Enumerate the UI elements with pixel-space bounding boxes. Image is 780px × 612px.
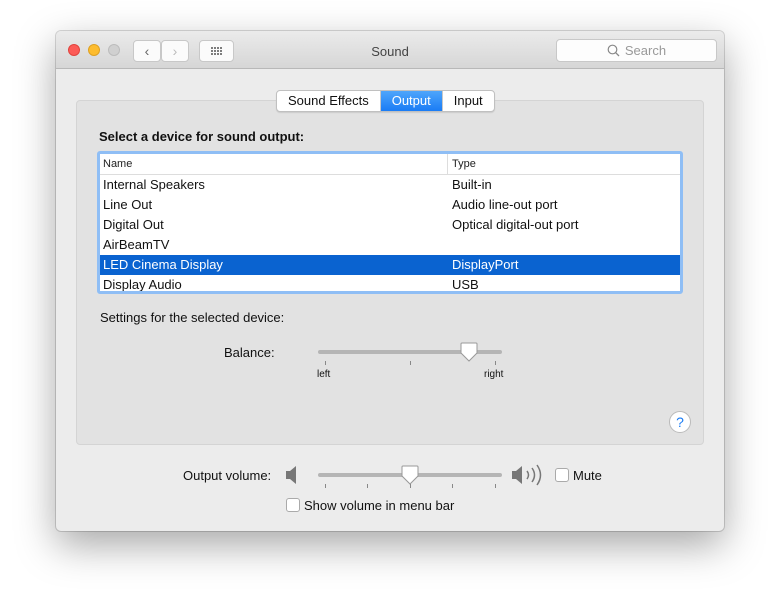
device-type: USB bbox=[452, 277, 479, 292]
device-name: Line Out bbox=[103, 197, 153, 212]
column-header-type[interactable]: Type bbox=[448, 154, 476, 174]
balance-tick bbox=[325, 361, 326, 365]
help-button[interactable]: ? bbox=[669, 411, 691, 433]
volume-tick bbox=[495, 484, 496, 488]
device-type: Audio line-out port bbox=[452, 197, 558, 212]
table-header: Name Type bbox=[100, 154, 680, 175]
column-header-name[interactable]: Name bbox=[100, 154, 448, 174]
speaker-high-icon bbox=[512, 464, 542, 486]
balance-label: Balance: bbox=[224, 345, 275, 360]
device-name: Display Audio bbox=[103, 277, 182, 292]
tab-input[interactable]: Input bbox=[443, 91, 494, 111]
volume-tick bbox=[410, 484, 411, 488]
show-volume-label: Show volume in menu bar bbox=[304, 498, 455, 513]
balance-right-label: right bbox=[484, 369, 504, 380]
device-name: Digital Out bbox=[103, 217, 164, 232]
show-volume-checkbox[interactable] bbox=[286, 498, 300, 512]
device-type: Optical digital-out port bbox=[452, 217, 579, 232]
volume-tick bbox=[325, 484, 326, 488]
balance-tick bbox=[495, 361, 496, 365]
device-name: LED Cinema Display bbox=[103, 257, 223, 272]
volume-tick bbox=[367, 484, 368, 488]
settings-label: Settings for the selected device: bbox=[100, 310, 285, 325]
table-row[interactable]: LED Cinema Display DisplayPort bbox=[100, 255, 680, 275]
volume-tick bbox=[452, 484, 453, 488]
mute-label: Mute bbox=[573, 468, 602, 483]
question-icon: ? bbox=[676, 414, 684, 430]
speaker-low-icon bbox=[286, 466, 296, 484]
balance-tick bbox=[410, 361, 411, 365]
volume-slider-thumb[interactable] bbox=[401, 465, 419, 485]
balance-slider-thumb[interactable] bbox=[460, 342, 478, 362]
title-bar: ‹ › Sound Search bbox=[56, 31, 724, 69]
balance-left-label: left bbox=[317, 369, 331, 380]
device-name: Internal Speakers bbox=[103, 177, 205, 192]
device-type: DisplayPort bbox=[452, 257, 519, 272]
tab-sound-effects[interactable]: Sound Effects bbox=[277, 91, 381, 111]
tab-bar: Sound Effects Output Input bbox=[276, 90, 495, 112]
table-row[interactable]: Display Audio USB bbox=[100, 275, 680, 292]
output-volume-label: Output volume: bbox=[183, 468, 272, 483]
tab-output[interactable]: Output bbox=[380, 91, 443, 111]
device-type: Built-in bbox=[452, 177, 492, 192]
table-row[interactable]: AirBeamTV bbox=[100, 235, 680, 255]
device-name: AirBeamTV bbox=[103, 237, 170, 252]
search-placeholder: Search bbox=[624, 43, 667, 58]
table-row[interactable]: Line Out Audio line-out port bbox=[100, 195, 680, 215]
device-type bbox=[448, 235, 452, 255]
device-table[interactable]: Name Type Internal Speakers Built-in Line … bbox=[97, 151, 683, 294]
search-icon bbox=[607, 44, 620, 57]
table-row[interactable]: Digital Out Optical digital-out port bbox=[100, 215, 680, 235]
mute-checkbox[interactable] bbox=[555, 468, 569, 482]
search-field[interactable]: Search bbox=[556, 39, 717, 62]
sound-window: ‹ › Sound Search Sound Effects Output In… bbox=[56, 31, 724, 531]
device-heading: Select a device for sound output: bbox=[99, 129, 305, 144]
table-row[interactable]: Internal Speakers Built-in bbox=[100, 175, 680, 195]
